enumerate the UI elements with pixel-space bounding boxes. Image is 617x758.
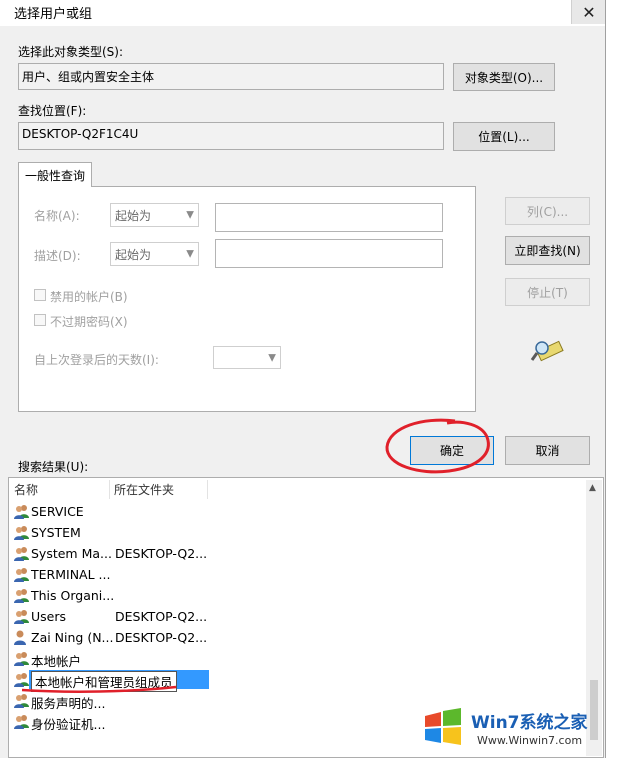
row-name: TERMINAL ... <box>31 567 111 582</box>
locations-button[interactable]: 位置(L)... <box>453 122 555 151</box>
name-mode-select[interactable]: 起始为 ▼ <box>110 203 199 227</box>
window-title: 选择用户或组 <box>14 7 93 22</box>
group-icon <box>13 587 31 604</box>
object-type-field: 用户、组或内置安全主体 <box>18 63 444 90</box>
location-label: 查找位置(F): <box>18 104 87 118</box>
row-folder: DESKTOP-Q2... <box>115 546 208 561</box>
close-button[interactable]: ✕ <box>571 0 606 24</box>
group-icon <box>13 650 31 667</box>
group-icon <box>13 713 31 730</box>
tab-common-queries[interactable]: 一般性查询 <box>18 162 92 187</box>
watermark-url: Www.Winwin7.com <box>477 734 583 747</box>
cancel-button[interactable]: 取消 <box>505 436 590 465</box>
row-name: 身份验证机... <box>31 717 106 732</box>
watermark-brand: Win7系统之家 <box>471 713 588 733</box>
description-label: 描述(D): <box>34 249 81 263</box>
group-icon <box>13 608 31 625</box>
annotation-underline <box>20 683 180 693</box>
name-mode-value: 起始为 <box>115 208 152 223</box>
find-now-button[interactable]: 立即查找(N) <box>505 236 590 265</box>
table-row[interactable]: TERMINAL ... <box>11 564 601 585</box>
description-input[interactable] <box>215 239 443 268</box>
group-icon <box>13 545 31 562</box>
group-icon <box>13 692 31 709</box>
group-icon <box>13 566 31 583</box>
disabled-accounts-checkbox[interactable] <box>34 289 46 301</box>
table-row[interactable]: System Ma... DESKTOP-Q2... <box>11 543 601 564</box>
row-name: System Ma... <box>31 546 112 561</box>
row-name: SYSTEM <box>31 525 81 540</box>
table-row[interactable]: 本地帐户 <box>11 648 601 669</box>
row-folder: DESKTOP-Q2... <box>115 630 208 645</box>
column-header-name[interactable]: 名称 <box>10 480 110 499</box>
close-icon: ✕ <box>582 2 596 22</box>
group-icon <box>13 503 31 520</box>
chevron-down-icon: ▼ <box>186 209 194 221</box>
columns-button[interactable]: 列(C)... <box>505 197 590 225</box>
table-row[interactable]: SERVICE <box>11 501 601 522</box>
row-name: Zai Ning (N... <box>31 630 114 645</box>
object-types-button[interactable]: 对象类型(O)... <box>453 63 555 91</box>
name-label: 名称(A): <box>34 209 80 223</box>
object-type-label: 选择此对象类型(S): <box>18 45 124 59</box>
watermark-logo: Win7系统之家 Www.Winwin7.com <box>415 700 605 756</box>
group-icon <box>13 524 31 541</box>
window-edge <box>605 0 617 758</box>
scroll-up-icon[interactable]: ▲ <box>589 483 596 493</box>
user-icon <box>13 629 31 646</box>
row-name: This Organi... <box>31 588 115 603</box>
description-mode-value: 起始为 <box>115 247 152 262</box>
row-name: 服务声明的... <box>31 696 106 711</box>
column-header-folder[interactable]: 所在文件夹 <box>110 480 208 499</box>
table-row[interactable]: This Organi... <box>11 585 601 606</box>
row-name: 本地帐户 <box>31 654 82 669</box>
table-row[interactable]: SYSTEM <box>11 522 601 543</box>
days-since-logon-select[interactable]: ▼ <box>213 346 281 369</box>
stop-button[interactable]: 停止(T) <box>505 278 590 306</box>
non-expiring-checkbox[interactable] <box>34 314 46 326</box>
non-expiring-label: 不过期密码(X) <box>50 315 128 329</box>
description-mode-select[interactable]: 起始为 ▼ <box>110 242 199 266</box>
row-name: Users <box>31 609 67 624</box>
row-name: SERVICE <box>31 504 84 519</box>
row-folder: DESKTOP-Q2... <box>115 609 208 624</box>
title-bar <box>0 0 617 26</box>
table-row[interactable]: Zai Ning (N... DESKTOP-Q2... <box>11 627 601 648</box>
chevron-down-icon: ▼ <box>186 248 194 260</box>
table-row[interactable]: Users DESKTOP-Q2... <box>11 606 601 627</box>
chevron-down-icon: ▼ <box>268 352 276 363</box>
annotation-circle <box>383 415 495 477</box>
search-icon <box>530 336 564 364</box>
results-label: 搜索结果(U): <box>18 460 89 474</box>
name-input[interactable] <box>215 203 443 232</box>
days-since-logon-label: 自上次登录后的天数(I): <box>34 353 159 367</box>
location-field: DESKTOP-Q2F1C4U <box>18 122 444 150</box>
disabled-accounts-label: 禁用的帐户(B) <box>50 290 128 304</box>
